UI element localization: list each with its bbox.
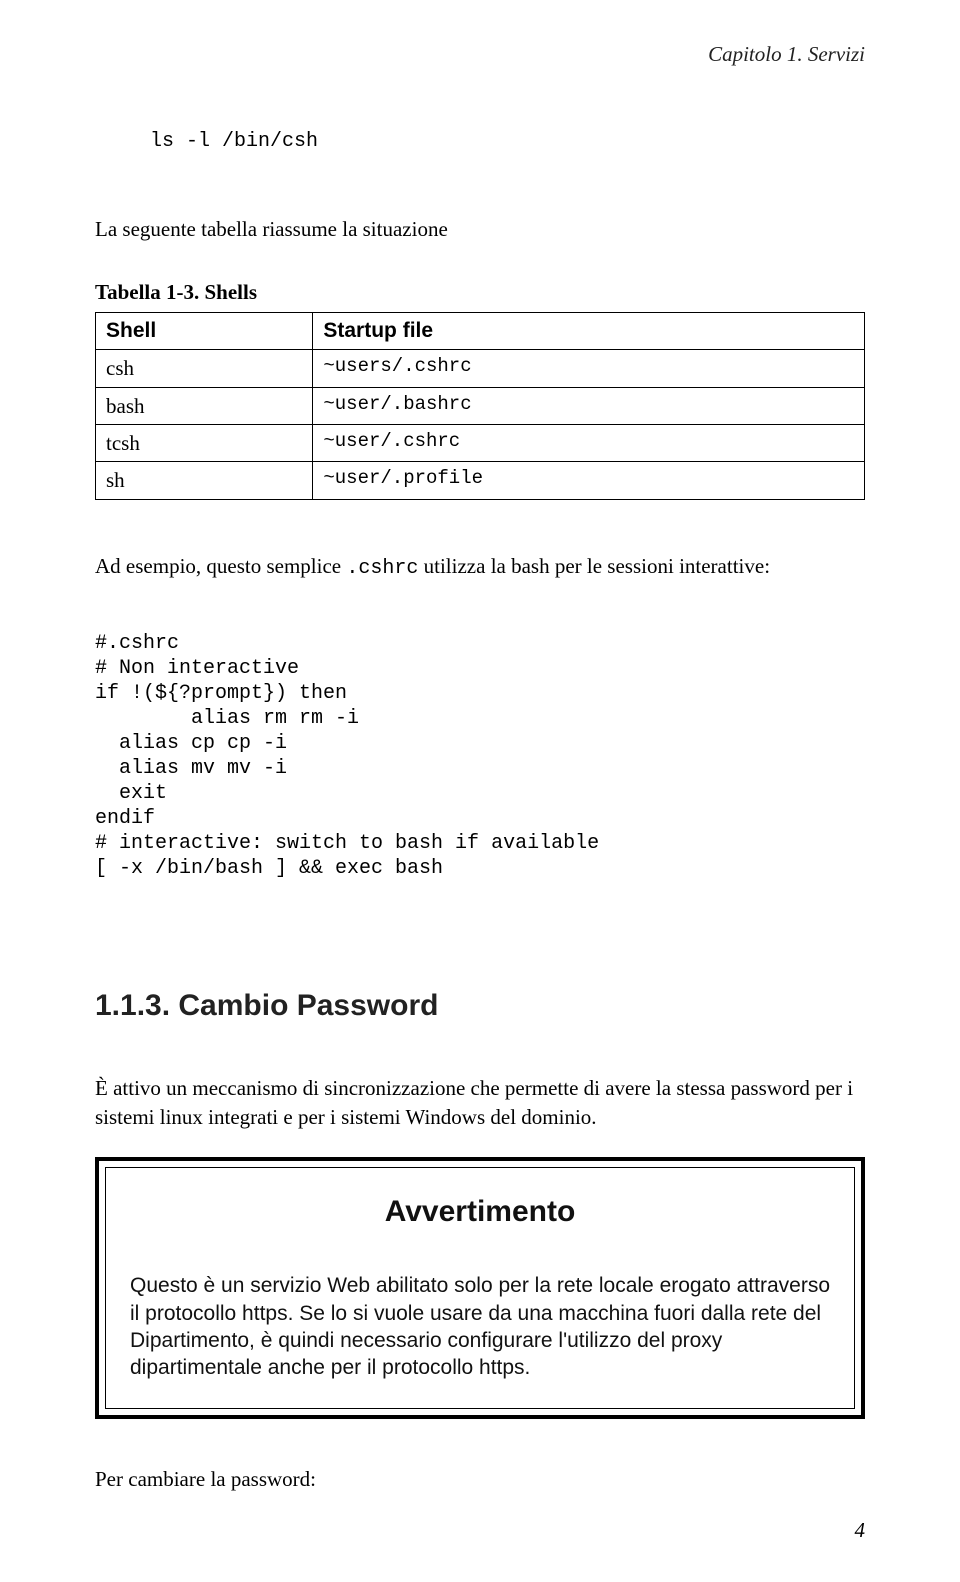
page-number: 4: [855, 1516, 866, 1544]
table-cell: ~user/.cshrc: [313, 425, 865, 462]
command-ls: ls -l /bin/csh: [150, 128, 865, 155]
table-cell: csh: [96, 350, 313, 387]
table-row: bash ~user/.bashrc: [96, 387, 865, 424]
example-sentence: Ad esempio, questo semplice .cshrc utili…: [95, 552, 865, 582]
intro-text: La seguente tabella riassume la situazio…: [95, 215, 865, 243]
code-line: alias mv mv -i: [95, 757, 287, 780]
table-header: Shell: [96, 313, 313, 350]
example-post: utilizza la bash per le sessioni interat…: [418, 554, 770, 578]
closing-text: Per cambiare la password:: [95, 1465, 865, 1493]
code-line: endif: [95, 807, 155, 830]
table-cell: ~user/.profile: [313, 462, 865, 499]
chapter-header: Capitolo 1. Servizi: [95, 40, 865, 68]
table-header-row: Shell Startup file: [96, 313, 865, 350]
table-row: sh ~user/.profile: [96, 462, 865, 499]
table-cell: ~user/.bashrc: [313, 387, 865, 424]
table-cell: sh: [96, 462, 313, 499]
warning-body: Questo è un servizio Web abilitato solo …: [130, 1272, 830, 1381]
code-block-cshrc: #.cshrc # Non interactive if !(${?prompt…: [95, 606, 865, 881]
table-row: csh ~users/.cshrc: [96, 350, 865, 387]
warning-box: Avvertimento Questo è un servizio Web ab…: [95, 1157, 865, 1419]
shells-table: Shell Startup file csh ~users/.cshrc bas…: [95, 312, 865, 500]
code-line: if !(${?prompt}) then: [95, 682, 347, 705]
table-row: tcsh ~user/.cshrc: [96, 425, 865, 462]
table-cell: tcsh: [96, 425, 313, 462]
section-heading-cambio-password: 1.1.3. Cambio Password: [95, 986, 865, 1027]
code-line: alias rm rm -i: [95, 707, 359, 730]
code-line: # interactive: switch to bash if availab…: [95, 832, 599, 855]
code-line: # Non interactive: [95, 657, 299, 680]
code-line: exit: [95, 782, 167, 805]
code-line: alias cp cp -i: [95, 732, 287, 755]
code-line: [ -x /bin/bash ] && exec bash: [95, 857, 443, 880]
example-pre: Ad esempio, questo semplice: [95, 554, 346, 578]
warning-inner: Avvertimento Questo è un servizio Web ab…: [105, 1167, 855, 1409]
code-line: #.cshrc: [95, 632, 179, 655]
inline-code-cshrc: .cshrc: [346, 557, 418, 580]
section-body: È attivo un meccanismo di sincronizzazio…: [95, 1074, 865, 1131]
table-cell: ~users/.cshrc: [313, 350, 865, 387]
table-cell: bash: [96, 387, 313, 424]
table-caption: Tabella 1-3. Shells: [95, 278, 865, 306]
table-header: Startup file: [313, 313, 865, 350]
warning-title: Avvertimento: [130, 1192, 830, 1233]
